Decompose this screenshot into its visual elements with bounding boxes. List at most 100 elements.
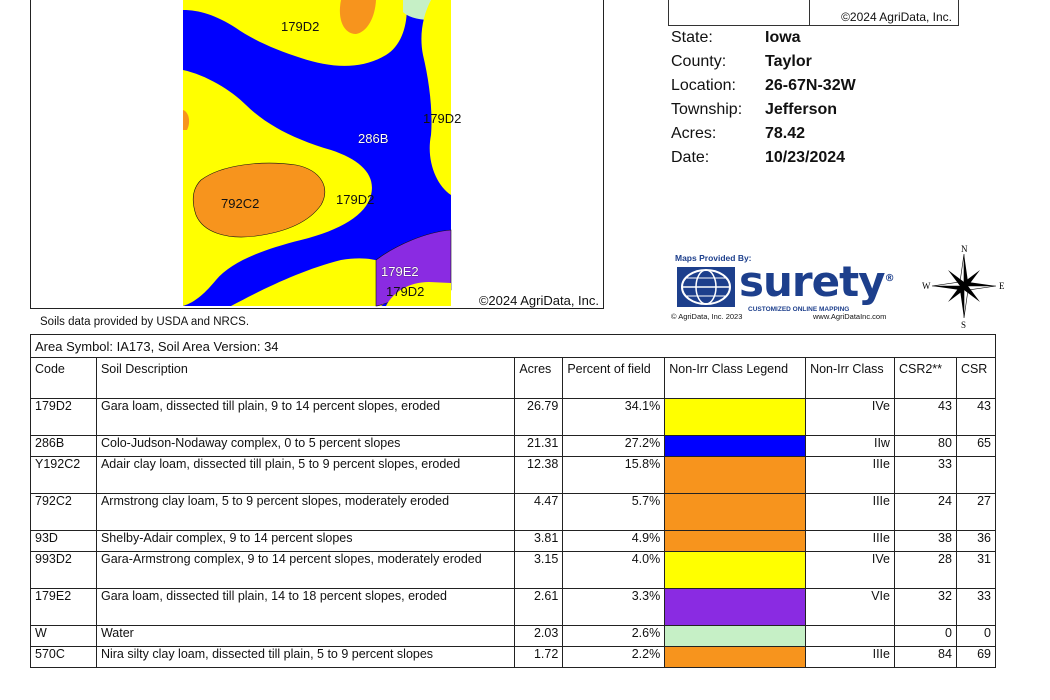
cell-legend bbox=[664, 456, 807, 494]
info-key: Date: bbox=[671, 149, 710, 166]
header-description: Soil Description bbox=[95, 357, 516, 399]
soil-map-graphic bbox=[183, 0, 452, 307]
registered-mark: ® bbox=[884, 273, 895, 284]
cell-acres: 4.47 bbox=[514, 493, 564, 531]
soil-rows: 179D2 Gara loam, dissected till plain, 9 … bbox=[30, 398, 997, 668]
cell-description: Adair clay loam, dissected till plain, 5… bbox=[95, 456, 516, 494]
map-label-179d2-mid: 179D2 bbox=[336, 192, 375, 207]
info-value: 10/23/2024 bbox=[765, 149, 846, 166]
cell-legend bbox=[664, 530, 807, 552]
compass-n: N bbox=[961, 244, 968, 254]
cell-code: 286B bbox=[30, 435, 97, 457]
header-class: Non-Irr Class bbox=[805, 357, 895, 399]
header-acres: Acres bbox=[514, 357, 564, 399]
cell-description: Gara loam, dissected till plain, 9 to 14… bbox=[95, 398, 516, 436]
info-key: Acres: bbox=[671, 125, 717, 142]
table-row: 179D2 Gara loam, dissected till plain, 9 … bbox=[30, 398, 997, 436]
cell-legend bbox=[664, 588, 807, 626]
cell-class: IIIe bbox=[805, 646, 895, 668]
map-label-179d2-top: 179D2 bbox=[281, 19, 320, 34]
cell-description: Shelby-Adair complex, 9 to 14 percent sl… bbox=[95, 530, 516, 552]
cell-csr: 43 bbox=[955, 398, 997, 436]
table-header-row: Code Soil Description Acres Percent of f… bbox=[30, 357, 997, 399]
cell-acres: 12.38 bbox=[514, 456, 564, 494]
info-row: County: Taylor bbox=[671, 53, 812, 71]
cell-percent: 27.2% bbox=[562, 435, 666, 457]
legend-swatch bbox=[665, 457, 806, 493]
surety-word: surety bbox=[739, 257, 886, 306]
surety-wordmark: surety® bbox=[739, 257, 895, 306]
info-row: Location: 26-67N-32W bbox=[671, 77, 856, 95]
cell-code: 993D2 bbox=[30, 551, 97, 589]
header-code: Code bbox=[30, 357, 97, 399]
cell-description: Gara loam, dissected till plain, 14 to 1… bbox=[95, 588, 516, 626]
cell-class: IIIe bbox=[805, 493, 895, 531]
header-percent: Percent of field bbox=[562, 357, 666, 399]
area-symbol-row: Area Symbol: IA173, Soil Area Version: 3… bbox=[30, 334, 996, 358]
legend-swatch bbox=[665, 531, 806, 551]
info-value: Jefferson bbox=[765, 101, 838, 118]
cell-class bbox=[805, 625, 895, 647]
info-row: Township: Jefferson bbox=[671, 101, 837, 119]
map-label-179d2-bottom: 179D2 bbox=[386, 284, 425, 299]
cell-csr: 69 bbox=[955, 646, 997, 668]
table-row: 570C Nira silty clay loam, dissected till… bbox=[30, 646, 997, 668]
cell-class: IIIe bbox=[805, 456, 895, 494]
globe-icon bbox=[677, 267, 735, 307]
compass-w: W bbox=[922, 281, 931, 291]
cell-percent: 2.6% bbox=[562, 625, 666, 647]
cell-class: IIIe bbox=[805, 530, 895, 552]
cell-acres: 3.81 bbox=[514, 530, 564, 552]
cell-legend bbox=[664, 398, 807, 436]
cell-percent: 3.3% bbox=[562, 588, 666, 626]
header-csr2: CSR2** bbox=[893, 357, 957, 399]
map-label-792c2: 792C2 bbox=[221, 196, 260, 211]
info-key: Township: bbox=[671, 101, 743, 118]
info-row: State: Iowa bbox=[671, 29, 801, 47]
cell-code: Y192C2 bbox=[30, 456, 97, 494]
cell-description: Gara-Armstrong complex, 9 to 14 percent … bbox=[95, 551, 516, 589]
info-value: 78.42 bbox=[765, 125, 806, 142]
cell-legend bbox=[664, 551, 807, 589]
cell-class: IVe bbox=[805, 398, 895, 436]
cell-legend bbox=[664, 625, 807, 647]
cell-legend bbox=[664, 493, 807, 531]
cell-description: Colo-Judson-Nodaway complex, 0 to 5 perc… bbox=[95, 435, 516, 457]
map-copyright: ©2024 AgriData, Inc. bbox=[478, 293, 599, 308]
legend-swatch bbox=[665, 552, 806, 588]
info-value: Taylor bbox=[765, 53, 812, 70]
soil-map: 179D2 179D2 286B 792C2 179D2 179E2 179D2… bbox=[30, 0, 604, 309]
cell-csr2: 28 bbox=[893, 551, 957, 589]
cell-csr: 36 bbox=[955, 530, 997, 552]
table-row: 993D2 Gara-Armstrong complex, 9 to 14 per… bbox=[30, 551, 997, 589]
cell-csr2: 24 bbox=[893, 493, 957, 531]
cell-acres: 21.31 bbox=[514, 435, 564, 457]
cell-acres: 2.03 bbox=[514, 625, 564, 647]
compass-rose-icon: N S W E bbox=[922, 244, 1005, 328]
cell-csr: 31 bbox=[955, 551, 997, 589]
cell-csr2: 80 bbox=[893, 435, 957, 457]
legend-swatch bbox=[665, 589, 806, 625]
header-csr: CSR bbox=[955, 357, 997, 399]
soil-table: Area Symbol: IA173, Soil Area Version: 3… bbox=[30, 334, 997, 668]
legend-swatch bbox=[665, 626, 806, 646]
map-label-179e2: 179E2 bbox=[381, 264, 419, 279]
cell-legend bbox=[664, 435, 807, 457]
info-header-box: ©2024 AgriData, Inc. bbox=[668, 0, 959, 26]
cell-csr2: 33 bbox=[893, 456, 957, 494]
compass-e: E bbox=[999, 281, 1005, 291]
cell-code: 570C bbox=[30, 646, 97, 668]
info-header-divider bbox=[809, 0, 810, 25]
table-row: 286B Colo-Judson-Nodaway complex, 0 to 5 … bbox=[30, 435, 997, 457]
cell-csr2: 38 bbox=[893, 530, 957, 552]
cell-percent: 4.0% bbox=[562, 551, 666, 589]
map-label-286b: 286B bbox=[358, 131, 389, 146]
info-row: Date: 10/23/2024 bbox=[671, 149, 845, 167]
info-key: Location: bbox=[671, 77, 736, 94]
compass-s: S bbox=[961, 320, 966, 328]
cell-acres: 26.79 bbox=[514, 398, 564, 436]
legend-swatch bbox=[665, 494, 806, 530]
area-symbol: Area Symbol: IA173, Soil Area Version: 3… bbox=[30, 334, 996, 358]
table-row: 792C2 Armstrong clay loam, 5 to 9 percent… bbox=[30, 493, 997, 531]
cell-code: 179E2 bbox=[30, 588, 97, 626]
